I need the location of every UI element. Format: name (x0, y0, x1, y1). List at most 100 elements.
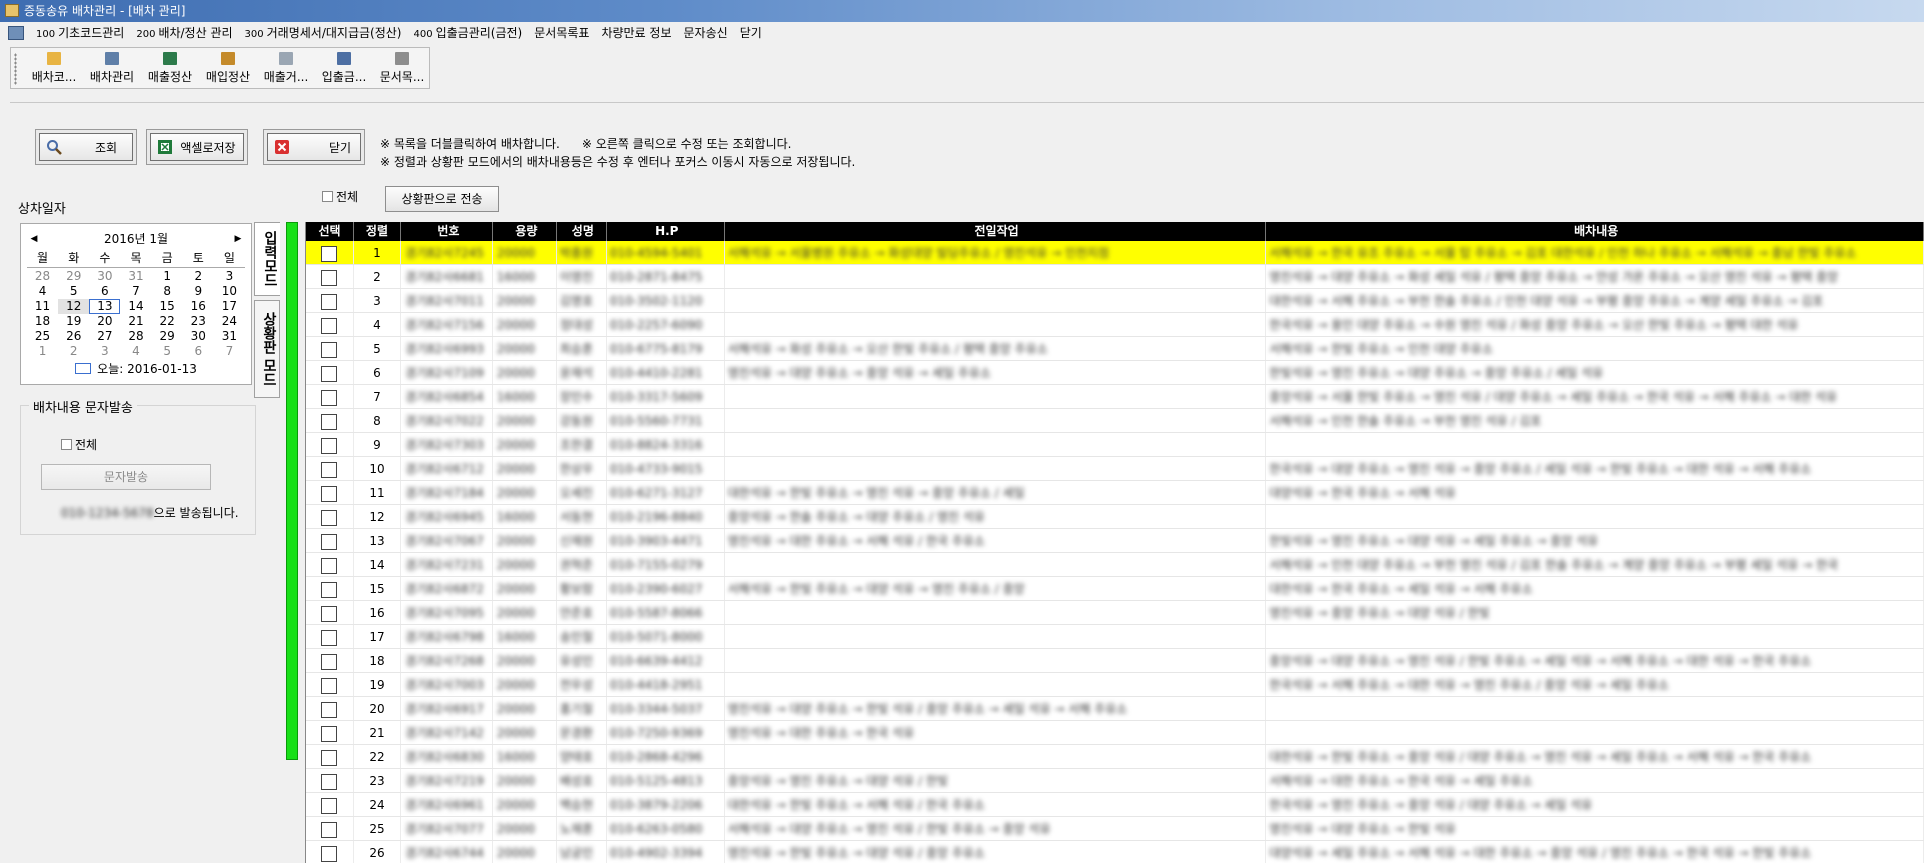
row-cap-cell[interactable]: 20000 (493, 841, 557, 863)
row-prev-cell[interactable]: 영진석유 → 대양 주유소 → 한빛 석유 / 중앙 주유소 → 세일 석유 →… (725, 697, 1267, 720)
row-hp-cell[interactable]: 010-3879-2206 (607, 793, 725, 816)
row-num-cell[interactable]: 경기82사6854 (401, 385, 493, 408)
row-num-cell[interactable]: 경기82사6917 (401, 697, 493, 720)
menu-item[interactable]: 400 입출금관리(금전) (414, 23, 523, 45)
checkbox-icon[interactable] (321, 845, 338, 862)
row-num-cell[interactable]: 경기82사7011 (401, 289, 493, 312)
row-disp-cell[interactable]: 서해석유 → 인천 한솔 주유소 → 부천 영진 석유 / 김포 (1266, 409, 1924, 432)
row-select-cell[interactable] (306, 817, 354, 840)
row-prev-cell[interactable] (725, 745, 1267, 768)
row-select-cell[interactable] (306, 289, 354, 312)
row-hp-cell[interactable]: 010-3903-4471 (607, 529, 725, 552)
table-row[interactable]: 21 경기82사7142 20000 문경환 010-7250-9369 영진석유 → 대… (306, 721, 1924, 745)
row-select-cell[interactable] (306, 529, 354, 552)
calendar-day[interactable]: 9 (183, 284, 214, 299)
toolbar-grip[interactable] (14, 53, 17, 85)
grid-all-checkbox[interactable]: 전체 (322, 188, 358, 216)
close-button[interactable]: 닫기 (267, 133, 361, 161)
row-hp-cell[interactable]: 010-5560-7731 (607, 409, 725, 432)
checkbox-icon[interactable] (321, 797, 338, 814)
tab-status-mode[interactable]: 상황판 모드 (254, 300, 280, 398)
toolbar-button[interactable]: 입출금... (315, 50, 373, 88)
row-select-cell[interactable] (306, 841, 354, 863)
row-name-cell[interactable]: 윤재석 (557, 361, 607, 384)
table-row[interactable]: 18 경기82사7268 20000 유성민 010-6639-4412 중앙석유 → 대… (306, 649, 1924, 673)
column-header[interactable]: H.P (607, 222, 725, 241)
row-hp-cell[interactable]: 010-2196-8840 (607, 505, 725, 528)
row-disp-cell[interactable]: 서해석유 → 대한 주유소 → 한국 석유 → 세일 주유소 (1266, 769, 1924, 792)
table-row[interactable]: 20 경기82사6917 20000 홍기철 010-3344-5037 영진석유 → 대… (306, 697, 1924, 721)
sms-all-checkbox[interactable]: 전체 (61, 436, 97, 453)
calendar-day[interactable]: 28 (120, 329, 151, 344)
row-select-cell[interactable] (306, 673, 354, 696)
row-cap-cell[interactable]: 20000 (493, 241, 557, 264)
column-header[interactable]: 선택 (306, 222, 354, 241)
row-name-cell[interactable]: 강동원 (557, 409, 607, 432)
row-disp-cell[interactable] (1266, 625, 1924, 648)
menu-item[interactable]: 100 기초코드관리 (36, 23, 124, 45)
row-name-cell[interactable]: 장민수 (557, 385, 607, 408)
row-num-cell[interactable]: 경기82사7184 (401, 481, 493, 504)
row-cap-cell[interactable]: 20000 (493, 553, 557, 576)
row-cap-cell[interactable]: 20000 (493, 409, 557, 432)
calendar-day[interactable]: 23 (183, 314, 214, 329)
row-prev-cell[interactable] (725, 673, 1267, 696)
row-disp-cell[interactable]: 중앙석유 → 대양 주유소 → 영진 석유 / 한빛 주유소 → 세일 석유 →… (1266, 649, 1924, 672)
row-disp-cell[interactable]: 대한석유 → 한빛 주유소 → 중앙 석유 / 대양 주유소 → 영진 석유 →… (1266, 745, 1924, 768)
row-cap-cell[interactable]: 20000 (493, 721, 557, 744)
row-hp-cell[interactable]: 010-3344-5037 (607, 697, 725, 720)
table-row[interactable]: 12 경기82사6945 16000 서동현 010-2196-8840 중앙석유 → 한… (306, 505, 1924, 529)
calendar-day[interactable]: 5 (58, 284, 89, 299)
row-name-cell[interactable]: 서동현 (557, 505, 607, 528)
row-num-cell[interactable]: 경기82사6872 (401, 577, 493, 600)
next-month-arrow-icon[interactable]: ▶ (231, 228, 245, 250)
row-prev-cell[interactable] (725, 433, 1267, 456)
calendar-day[interactable]: 19 (58, 314, 89, 329)
row-name-cell[interactable]: 한상우 (557, 457, 607, 480)
calendar-day[interactable]: 20 (89, 314, 120, 329)
calendar-day[interactable]: 3 (89, 344, 120, 359)
table-row[interactable]: 5 경기82사6993 20000 최승훈 010-6775-8179 서해석유 → 화성… (306, 337, 1924, 361)
row-cap-cell[interactable]: 20000 (493, 793, 557, 816)
table-row[interactable]: 4 경기82사7156 20000 정대성 010-2257-6090 한국석유 → 용인… (306, 313, 1924, 337)
row-num-cell[interactable]: 경기82사6712 (401, 457, 493, 480)
row-prev-cell[interactable]: 서해석유 → 대양 주유소 → 영진 석유 / 한빛 주유소 → 중앙 석유 (725, 817, 1267, 840)
row-name-cell[interactable]: 문경환 (557, 721, 607, 744)
table-row[interactable]: 17 경기82사6798 16000 송민철 010-5071-8000 (306, 625, 1924, 649)
column-header[interactable]: 배차내용 (1266, 222, 1924, 241)
checkbox-icon[interactable] (321, 653, 338, 670)
row-disp-cell[interactable]: 한빛석유 → 영진 주유소 → 대양 주유소 → 중앙 주유소 / 세일 석유 (1266, 361, 1924, 384)
toolbar-button[interactable]: 매입정산 (199, 50, 257, 88)
calendar-day[interactable]: 6 (183, 344, 214, 359)
row-hp-cell[interactable]: 010-6263-0580 (607, 817, 725, 840)
row-num-cell[interactable]: 경기82사7142 (401, 721, 493, 744)
table-row[interactable]: 25 경기82사7077 20000 노재훈 010-6263-0580 서해석유 → 대… (306, 817, 1924, 841)
row-select-cell[interactable] (306, 577, 354, 600)
row-hp-cell[interactable]: 010-4594-5401 (607, 241, 725, 264)
row-select-cell[interactable] (306, 457, 354, 480)
row-cap-cell[interactable]: 20000 (493, 361, 557, 384)
calendar-day[interactable]: 15 (152, 299, 183, 314)
row-select-cell[interactable] (306, 697, 354, 720)
row-disp-cell[interactable]: 한국석유 → 서해 주유소 → 대한 석유 → 영진 주유소 / 중앙 석유 →… (1266, 673, 1924, 696)
row-select-cell[interactable] (306, 313, 354, 336)
calendar-day[interactable]: 1 (152, 269, 183, 284)
calendar-day[interactable]: 16 (183, 299, 214, 314)
toolbar-button[interactable]: 배차코... (25, 50, 83, 88)
row-disp-cell[interactable]: 영진석유 → 대양 주유소 → 화성 세일 석유 / 평택 중앙 주유소 → 안… (1266, 265, 1924, 288)
checkbox-icon[interactable] (321, 293, 338, 310)
calendar-day[interactable]: 18 (27, 314, 58, 329)
row-prev-cell[interactable]: 영진석유 → 대양 주유소 → 중앙 석유 → 세일 주유소 (725, 361, 1267, 384)
row-hp-cell[interactable]: 010-7250-9369 (607, 721, 725, 744)
row-prev-cell[interactable] (725, 601, 1267, 624)
calendar-day[interactable]: 17 (214, 299, 245, 314)
checkbox-icon[interactable] (321, 725, 338, 742)
excel-save-button[interactable]: 액셀로저장 (150, 133, 244, 161)
row-hp-cell[interactable]: 010-2257-6090 (607, 313, 725, 336)
row-hp-cell[interactable]: 010-8824-3316 (607, 433, 725, 456)
toolbar-button[interactable]: 매출거... (257, 50, 315, 88)
calendar-day[interactable]: 4 (27, 284, 58, 299)
row-num-cell[interactable]: 경기82사6993 (401, 337, 493, 360)
row-name-cell[interactable]: 노재훈 (557, 817, 607, 840)
checkbox-icon[interactable] (321, 461, 338, 478)
